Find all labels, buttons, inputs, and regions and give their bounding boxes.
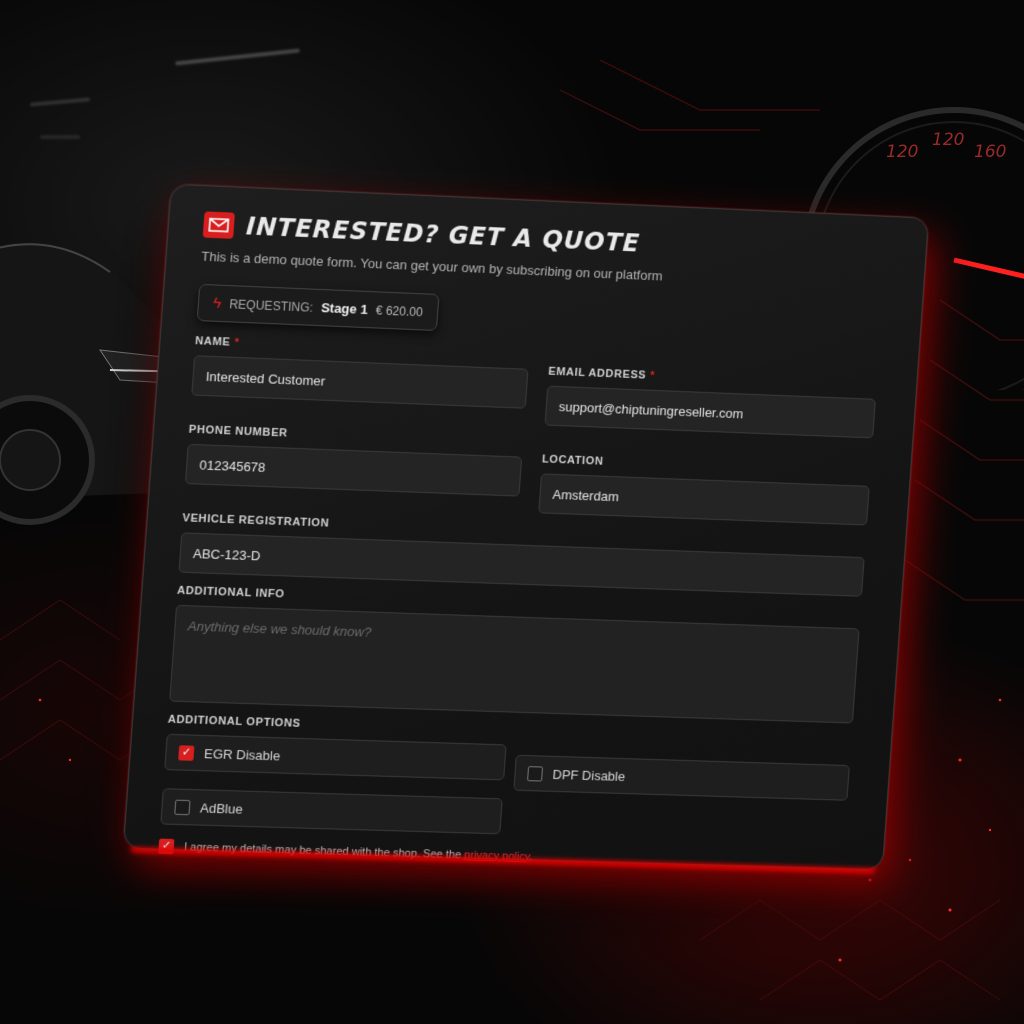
option-label: AdBlue (199, 799, 244, 817)
requesting-prefix: REQUESTING: (228, 296, 314, 315)
checkbox-egr[interactable] (178, 744, 195, 761)
gauge-label: 120 (886, 142, 919, 162)
phone-input[interactable]: 012345678 (184, 443, 523, 497)
requesting-badge: ϟ REQUESTING: Stage 1 € 620.00 (196, 283, 440, 331)
checkbox-adblue[interactable] (174, 799, 191, 815)
option-egr-disable[interactable]: EGR Disable (164, 733, 507, 781)
location-field-group: LOCATION Amsterdam (538, 453, 871, 526)
gauge-label: 160 (974, 142, 1007, 162)
email-field-group: EMAIL ADDRESS * support@chiptuningreselle… (544, 366, 877, 439)
requesting-price: € 620.00 (375, 302, 424, 319)
name-input[interactable]: Interested Customer (191, 355, 529, 409)
checkbox-dpf[interactable] (527, 765, 544, 782)
envelope-icon (202, 211, 235, 239)
option-adblue[interactable]: AdBlue (160, 788, 503, 835)
info-field-group: ADDITIONAL INFO Anything else we should … (169, 585, 861, 724)
email-input[interactable]: support@chiptuningreseller.com (544, 385, 876, 439)
gauge-label: 120 (932, 130, 965, 150)
location-input[interactable]: Amsterdam (538, 473, 870, 526)
form-fields: NAME * Interested Customer EMAIL ADDRESS *… (168, 335, 878, 735)
option-dpf-disable[interactable]: DPF Disable (513, 754, 850, 801)
quote-form-panel: INTERESTED? GET A QUOTE This is a demo q… (122, 183, 930, 871)
consent-checkbox[interactable] (158, 838, 175, 855)
name-field-group: NAME * Interested Customer (190, 335, 530, 425)
phone-field-group: PHONE NUMBER 012345678 (184, 424, 524, 513)
requesting-stage: Stage 1 (320, 300, 369, 318)
option-label: DPF Disable (552, 766, 626, 784)
options-group: EGR Disable DPF Disable AdBlue (160, 733, 850, 845)
form-title: INTERESTED? GET A QUOTE (245, 212, 642, 258)
option-label: EGR Disable (203, 745, 281, 763)
lightning-icon: ϟ (212, 294, 222, 312)
additional-info-textarea[interactable]: Anything else we should know? (169, 604, 860, 724)
privacy-policy-link[interactable]: privacy policy (464, 849, 530, 863)
background-scene: 120 120 160 INTERESTED? GET A QUOTE This… (0, 0, 1024, 1024)
vehicle-field-group: VEHICLE REGISTRATION ABC-123-D (178, 512, 866, 597)
